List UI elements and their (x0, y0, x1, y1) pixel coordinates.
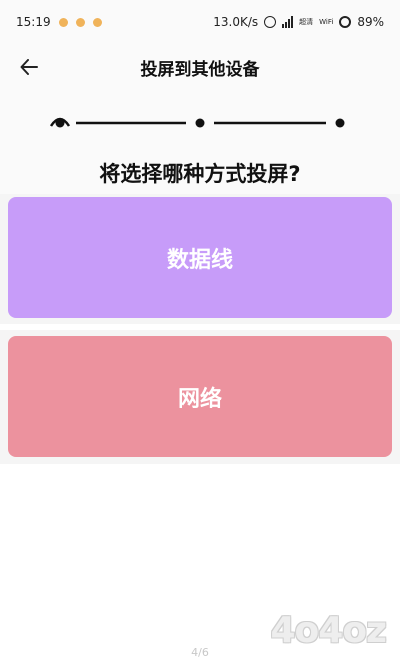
alarm-icon (264, 16, 277, 28)
step-progress (0, 90, 400, 152)
step-2-dot (195, 118, 205, 128)
notification-dot-icon (92, 17, 102, 27)
page-indicator: 4/6 (191, 646, 209, 659)
option-usb-cable-button[interactable]: 数据线 (8, 197, 392, 318)
back-button[interactable] (14, 53, 44, 81)
signal-icon (282, 16, 294, 28)
status-bar: 15:19 13.0K/s 超清 WiFi 89% (0, 0, 400, 44)
battery-level: 89% (357, 15, 384, 29)
question-heading: 将选择哪种方式投屏? (0, 152, 400, 194)
wifi-label-top: 超清 (299, 17, 314, 26)
status-time: 15:19 (16, 15, 51, 29)
status-right: 13.0K/s 超清 WiFi 89% (213, 15, 384, 29)
option-network-button[interactable]: 网络 (8, 336, 392, 457)
battery-icon (339, 16, 352, 28)
status-left: 15:19 (16, 15, 102, 29)
page-title: 投屏到其他设备 (140, 59, 260, 80)
step-3-dot (335, 118, 345, 128)
arrow-left-icon (20, 59, 38, 75)
step-progress-graphic (49, 117, 345, 128)
network-speed: 13.0K/s (213, 15, 259, 29)
wifi-label-bottom: WiFi (319, 17, 334, 26)
app-header: 投屏到其他设备 (0, 44, 400, 90)
notification-dot-icon (58, 17, 68, 27)
step-1-current-icon (49, 117, 71, 128)
notification-dot-icon (75, 17, 85, 27)
watermark-logo: 4o4oz (270, 610, 387, 651)
